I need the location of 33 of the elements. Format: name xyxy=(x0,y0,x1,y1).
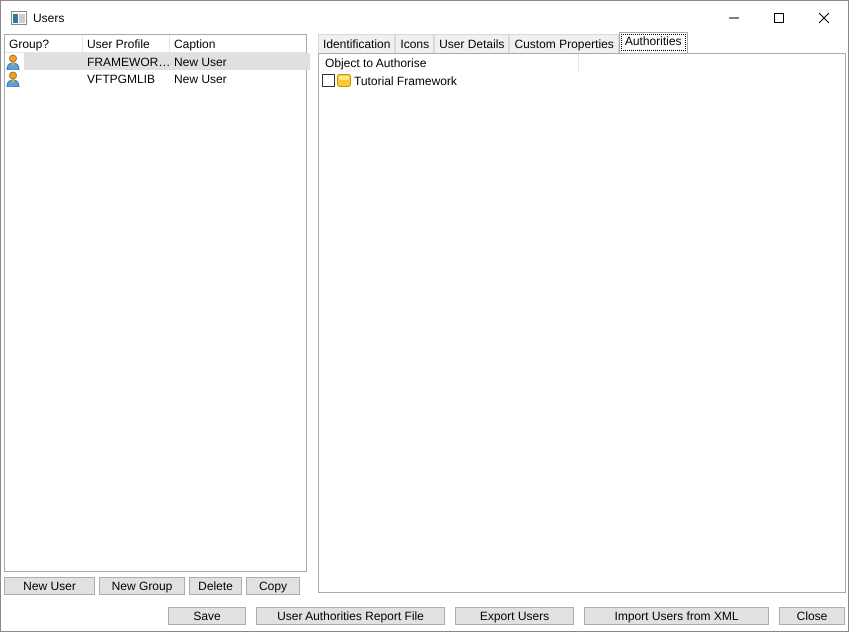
tab[interactable]: Custom Properties xyxy=(509,34,619,53)
table-cell-text: New User xyxy=(173,54,228,68)
tree-item[interactable]: Tutorial Framework xyxy=(354,74,457,88)
table-cell-text: FRAMEWOR… xyxy=(86,54,170,68)
action-button[interactable]: New User xyxy=(4,577,95,595)
action-button[interactable]: Import Users from XML xyxy=(584,607,769,625)
tab[interactable]: Authorities xyxy=(618,32,688,53)
user-icon xyxy=(6,70,20,86)
column-header[interactable]: Caption xyxy=(170,35,306,52)
action-button[interactable]: Export Users xyxy=(455,607,574,625)
list-row[interactable]: FRAMEWOR… New User xyxy=(24,53,310,70)
table-cell-text: VFTPGMLIB xyxy=(86,72,156,86)
column-header[interactable]: Group? xyxy=(5,35,83,52)
action-button[interactable]: Close xyxy=(779,607,845,625)
action-button[interactable]: User Authorities Report File xyxy=(256,607,445,625)
action-button[interactable]: Copy xyxy=(246,577,300,595)
maximize-icon[interactable] xyxy=(773,12,785,24)
window-title: Users xyxy=(33,10,64,24)
tab[interactable]: User Details xyxy=(434,34,510,53)
user-icon xyxy=(6,54,20,70)
table-cell-text: New User xyxy=(173,72,228,86)
folder-icon xyxy=(337,74,351,87)
list-row[interactable]: VFTPGMLIB New User xyxy=(24,70,310,87)
action-button[interactable]: Delete xyxy=(189,577,242,595)
action-button[interactable]: Save xyxy=(168,607,246,625)
window-icon xyxy=(11,10,27,24)
close-icon[interactable] xyxy=(818,12,830,24)
checkbox[interactable] xyxy=(322,74,335,87)
action-button[interactable]: New Group xyxy=(99,577,185,595)
tab[interactable]: Icons xyxy=(395,34,434,53)
tab[interactable]: Identification xyxy=(318,34,396,53)
column-header: Object to Authorise xyxy=(319,54,579,72)
column-header[interactable]: User Profile xyxy=(83,35,170,52)
